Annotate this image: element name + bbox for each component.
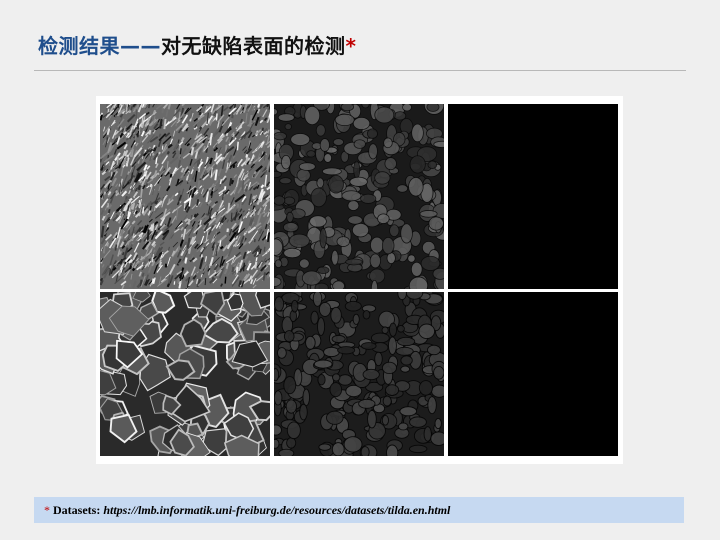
cell-texture-detection-result <box>448 292 618 456</box>
fabric-texture-input <box>100 104 270 289</box>
footnote-label: Datasets: <box>53 503 101 517</box>
dataset-url-link[interactable]: https://lmb.informatik.uni-freiburg.de/r… <box>103 503 450 517</box>
cell-texture-feature-map <box>274 292 444 456</box>
results-figure <box>96 96 623 464</box>
footnote-star: * <box>44 503 50 517</box>
slide-title: 检测结果——对无缺陷表面的检测* <box>38 30 356 59</box>
title-subheading: 对无缺陷表面的检测 <box>161 34 346 58</box>
title-footnote-star: * <box>345 34 357 58</box>
fabric-texture-feature-map <box>274 104 444 289</box>
title-divider <box>34 70 686 71</box>
title-heading: 检测结果—— <box>38 34 161 58</box>
cell-texture-input <box>100 292 270 456</box>
dataset-footnote: * Datasets: https://lmb.informatik.uni-f… <box>34 497 684 523</box>
fabric-texture-detection-result <box>448 104 618 289</box>
